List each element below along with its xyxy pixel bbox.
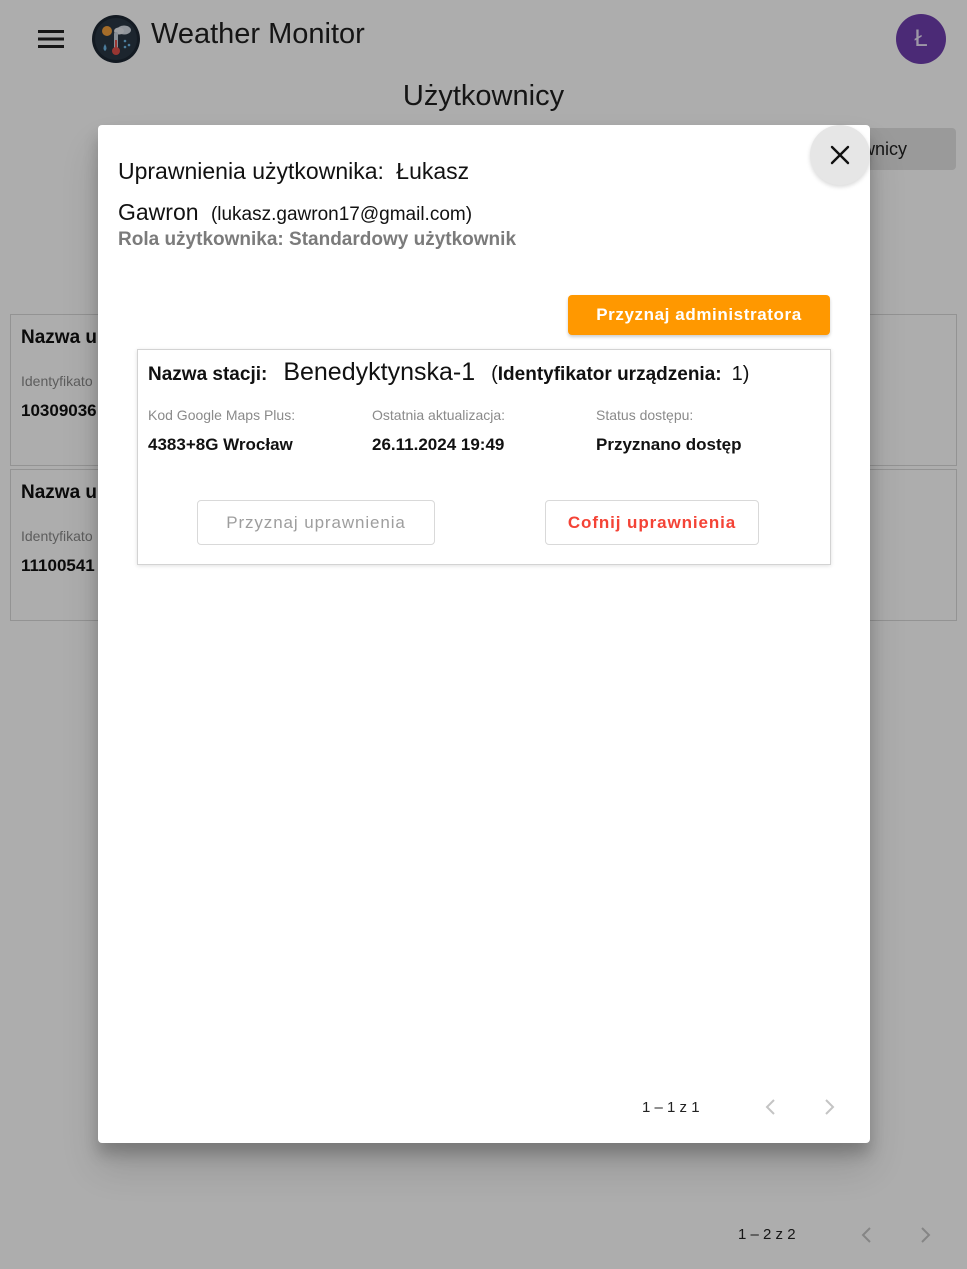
station-plus-code: Kod Google Maps Plus: 4383+8G Wrocław xyxy=(148,407,295,455)
station-header: Nazwa stacji: Benedyktynska-1 ( Identyfi… xyxy=(148,358,749,387)
last-update-label: Ostatnia aktualizacja: xyxy=(372,407,506,423)
station-id-label: Identyfikator urządzenia: xyxy=(497,364,722,385)
dialog-title: Uprawnienia użytkownika: Łukasz Gawron (… xyxy=(118,151,538,235)
last-update-value: 26.11.2024 19:49 xyxy=(372,435,505,454)
grant-admin-button[interactable]: Przyznaj administratora xyxy=(568,295,830,335)
plus-code-value: 4383+8G Wrocław xyxy=(148,435,293,454)
station-card: Nazwa stacji: Benedyktynska-1 ( Identyfi… xyxy=(137,349,831,565)
chevron-right-icon[interactable] xyxy=(818,1095,842,1119)
dialog-user-role: Rola użytkownika: Standardowy użytkownik xyxy=(118,229,517,250)
dialog-paginator-range: 1 – 1 z 1 xyxy=(642,1099,700,1116)
plus-code-label: Kod Google Maps Plus: xyxy=(148,407,296,423)
dialog-user-email: (lukasz.gawron17@gmail.com) xyxy=(210,204,473,225)
station-name-label: Nazwa stacji: xyxy=(148,364,268,385)
station-name: Benedyktynska-1 xyxy=(283,358,476,386)
access-status-label: Status dostępu: xyxy=(596,407,694,423)
chevron-left-icon[interactable] xyxy=(758,1095,782,1119)
station-id-paren: ( xyxy=(491,363,498,385)
station-last-update: Ostatnia aktualizacja: 26.11.2024 19:49 xyxy=(372,407,505,455)
access-status-value: Przyznano dostęp xyxy=(596,435,742,454)
grant-permissions-button[interactable]: Przyznaj uprawnienia xyxy=(197,500,435,545)
permissions-dialog: Uprawnienia użytkownika: Łukasz Gawron (… xyxy=(98,125,870,1143)
station-access-status: Status dostępu: Przyznano dostęp xyxy=(596,407,741,455)
close-icon[interactable] xyxy=(810,125,870,185)
station-id-value: 1) xyxy=(731,363,750,385)
revoke-permissions-button[interactable]: Cofnij uprawnienia xyxy=(545,500,759,545)
dialog-title-prefix: Uprawnienia użytkownika: xyxy=(118,158,384,184)
